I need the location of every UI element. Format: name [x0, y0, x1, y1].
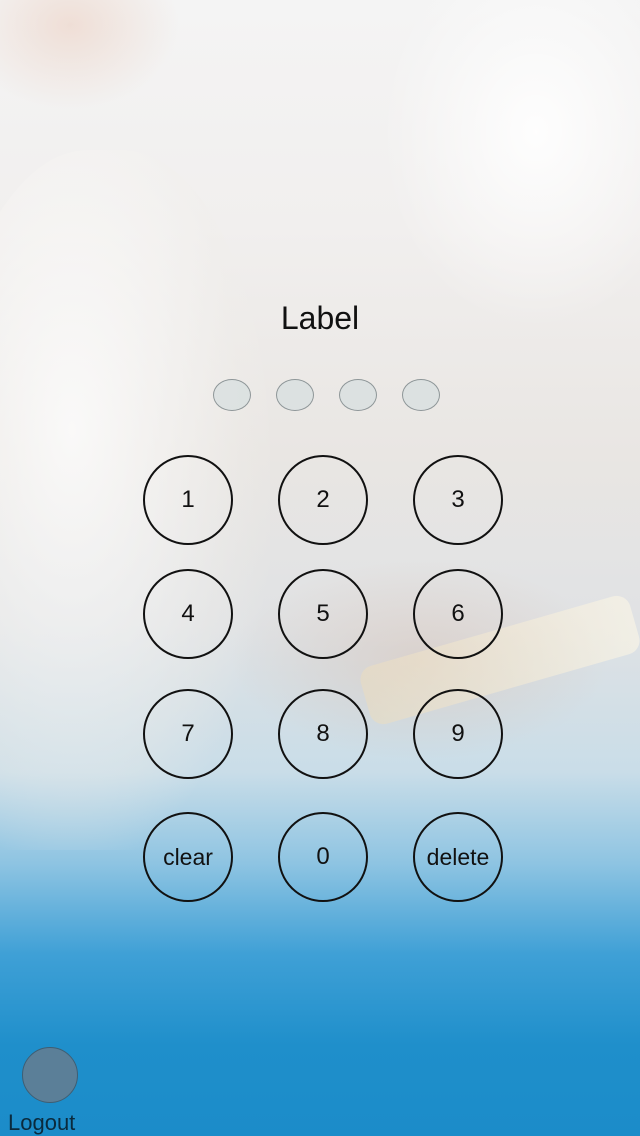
passcode-indicator	[0, 379, 640, 415]
logout-control: Logout	[0, 1046, 100, 1136]
key-2-button[interactable]: 2	[278, 455, 368, 545]
key-7-button[interactable]: 7	[143, 689, 233, 779]
passcode-dot	[402, 379, 440, 411]
logout-button[interactable]	[22, 1047, 78, 1103]
page-title: Label	[280, 300, 360, 336]
key-8-button[interactable]: 8	[278, 689, 368, 779]
logout-label[interactable]: Logout	[8, 1110, 75, 1136]
background-photo-face	[0, 0, 180, 110]
key-3-button[interactable]: 3	[413, 455, 503, 545]
key-1-button[interactable]: 1	[143, 455, 233, 545]
key-9-button[interactable]: 9	[413, 689, 503, 779]
clear-button[interactable]: clear	[143, 812, 233, 902]
key-0-button[interactable]: 0	[278, 812, 368, 902]
delete-button[interactable]: delete	[413, 812, 503, 902]
passcode-screen: Label 1 2 3 4 5 6 7 8 9 clear 0 delete L…	[0, 0, 640, 1136]
passcode-dot	[339, 379, 377, 411]
passcode-dot	[213, 379, 251, 411]
passcode-dot	[276, 379, 314, 411]
key-5-button[interactable]: 5	[278, 569, 368, 659]
background-photo-window	[380, 0, 640, 330]
key-6-button[interactable]: 6	[413, 569, 503, 659]
key-4-button[interactable]: 4	[143, 569, 233, 659]
